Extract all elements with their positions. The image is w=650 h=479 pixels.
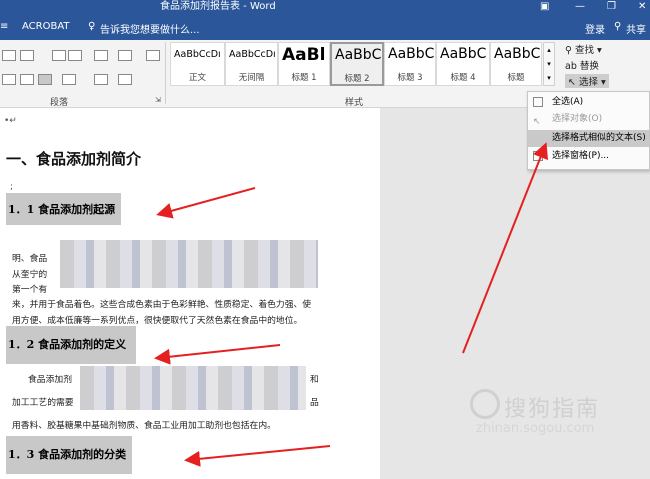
sogou-logo-icon	[470, 389, 500, 419]
arrow-to-menu-item	[462, 142, 549, 354]
watermark: 搜狗指南 zhinan.sogou.com	[462, 387, 650, 437]
arrow-to-origin-heading	[156, 187, 256, 219]
watermark-url: zhinan.sogou.com	[476, 421, 595, 436]
arrow-to-definition-heading	[154, 344, 281, 365]
watermark-brand: 搜狗指南	[504, 397, 601, 422]
arrow-to-classification-heading	[184, 445, 331, 467]
